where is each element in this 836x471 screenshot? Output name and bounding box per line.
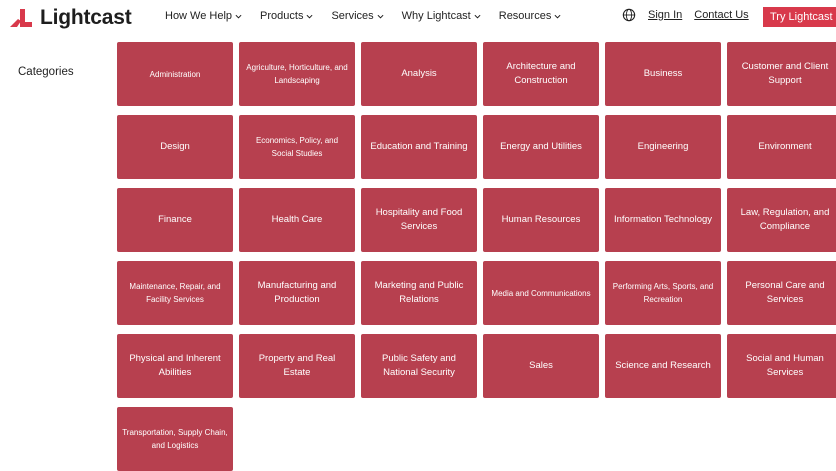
category-tile[interactable]: Personal Care and Services (727, 261, 836, 325)
category-tile[interactable]: Maintenance, Repair, and Facility Servic… (117, 261, 233, 325)
nav-how-we-help[interactable]: How We Help (165, 10, 242, 22)
nav-label: Services (331, 10, 374, 22)
category-tile[interactable]: Environment (727, 115, 836, 179)
category-tile[interactable]: Energy and Utilities (483, 115, 599, 179)
category-tile[interactable]: Business (605, 42, 721, 106)
categories-label: Categories (18, 66, 74, 78)
category-tiles-grid: Administration Agriculture, Horticulture,… (117, 42, 836, 471)
logo-text: Lightcast (40, 6, 132, 29)
globe-icon[interactable] (622, 8, 636, 22)
category-tile[interactable]: Engineering (605, 115, 721, 179)
contact-us-link[interactable]: Contact Us (694, 9, 748, 21)
category-tile[interactable]: Hospitality and Food Services (361, 188, 477, 252)
category-tile[interactable]: Economics, Policy, and Social Studies (239, 115, 355, 179)
chevron-down-icon (377, 14, 384, 19)
header-tools: Sign In Contact Us (622, 8, 761, 22)
category-tile[interactable]: Social and Human Services (727, 334, 836, 398)
category-tile[interactable]: Sales (483, 334, 599, 398)
site-header: Lightcast How We Help Products Services … (0, 0, 836, 36)
nav-label: Why Lightcast (401, 10, 471, 22)
category-tile[interactable]: Law, Regulation, and Compliance (727, 188, 836, 252)
nav-services[interactable]: Services (331, 10, 384, 22)
nav-why-lightcast[interactable]: Why Lightcast (402, 10, 481, 22)
category-tile[interactable]: Media and Communications (483, 261, 599, 325)
nav-label: Resources (498, 10, 552, 22)
nav-label: Products (260, 10, 304, 22)
category-tile[interactable]: Architecture and Construction (483, 42, 599, 106)
category-tile[interactable]: Human Resources (483, 188, 599, 252)
lightcast-logo-icon (10, 9, 32, 27)
category-tile[interactable]: Analysis (361, 42, 477, 106)
category-tile[interactable]: Science and Research (605, 334, 721, 398)
category-tile[interactable]: Education and Training (361, 115, 477, 179)
chevron-down-icon (235, 14, 242, 19)
category-tile[interactable]: Design (117, 115, 233, 179)
nav-label: How We Help (165, 10, 233, 22)
chevron-down-icon (474, 14, 481, 19)
category-tile[interactable]: Customer and Client Support (727, 42, 836, 106)
category-tile[interactable]: Public Safety and National Security (361, 334, 477, 398)
category-tile[interactable]: Transportation, Supply Chain, and Logist… (117, 407, 233, 471)
nav-products[interactable]: Products (260, 10, 313, 22)
lightcast-logo[interactable]: Lightcast (8, 4, 132, 32)
sign-in-link[interactable]: Sign In (648, 9, 682, 21)
try-lightcast-button[interactable]: Try Lightcast (763, 7, 836, 27)
category-tile[interactable]: Performing Arts, Sports, and Recreation (605, 261, 721, 325)
category-tile[interactable]: Physical and Inherent Abilities (117, 334, 233, 398)
chevron-down-icon (554, 14, 561, 19)
category-tile[interactable]: Marketing and Public Relations (361, 261, 477, 325)
category-tile[interactable]: Property and Real Estate (239, 334, 355, 398)
category-tile[interactable]: Administration (117, 42, 233, 106)
category-tile[interactable]: Manufacturing and Production (239, 261, 355, 325)
category-tile[interactable]: Information Technology (605, 188, 721, 252)
nav-resources[interactable]: Resources (499, 10, 562, 22)
category-tile[interactable]: Health Care (239, 188, 355, 252)
main-nav: How We Help Products Services Why Lightc… (165, 10, 579, 22)
chevron-down-icon (306, 14, 313, 19)
category-tile[interactable]: Finance (117, 188, 233, 252)
category-tile[interactable]: Agriculture, Horticulture, and Landscapi… (239, 42, 355, 106)
